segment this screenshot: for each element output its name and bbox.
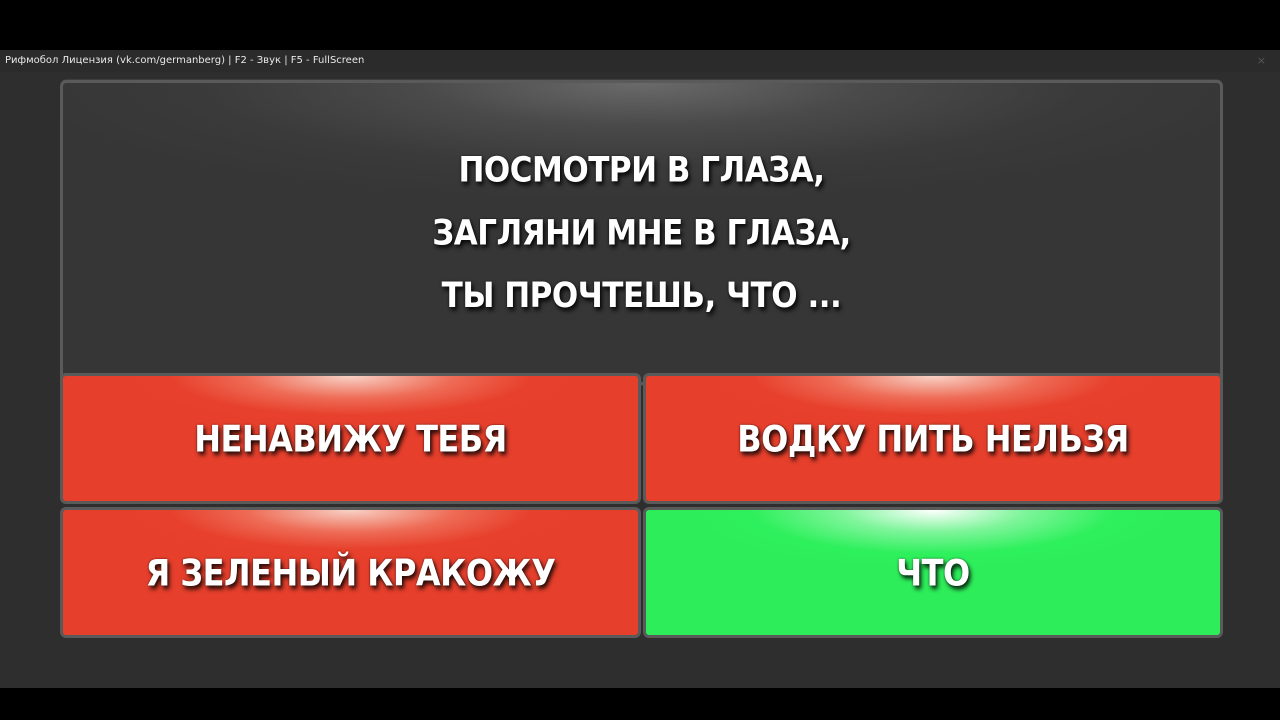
question-panel: ПОСМОТРИ В ГЛАЗА, ЗАГЛЯНИ МНЕ В ГЛАЗА, Т… [60,79,1223,386]
answer-label: НЕНАВИЖУ ТЕБЯ [194,416,507,461]
answer-label: ЧТО [896,550,970,595]
question-line: ПОСМОТРИ В ГЛАЗА, [458,149,825,190]
answer-button-4-correct[interactable]: ЧТО [643,507,1223,638]
window-title: Рифмобол Лицензия (vk.com/germanberg) | … [5,55,365,66]
question-line: ЗАГЛЯНИ МНЕ В ГЛАЗА, [432,212,851,253]
answer-button-1[interactable]: НЕНАВИЖУ ТЕБЯ [60,373,641,504]
answer-label: Я ЗЕЛЕНЫЙ КРАКОЖУ [145,550,556,595]
answer-button-2[interactable]: ВОДКУ ПИТЬ НЕЛЬЗЯ [643,373,1223,504]
letterbox-frame: Рифмобол Лицензия (vk.com/germanberg) | … [0,0,1280,720]
answer-button-3[interactable]: Я ЗЕЛЕНЫЙ КРАКОЖУ [60,507,641,638]
question-line: ТЫ ПРОЧТЕШЬ, ЧТО ... [441,275,842,316]
game-window: Рифмобол Лицензия (vk.com/germanberg) | … [0,50,1280,688]
close-icon[interactable]: × [1257,50,1266,72]
question-text: ПОСМОТРИ В ГЛАЗА, ЗАГЛЯНИ МНЕ В ГЛАЗА, Т… [432,138,851,326]
title-bar: Рифмобол Лицензия (vk.com/germanberg) | … [0,50,1280,72]
answer-label: ВОДКУ ПИТЬ НЕЛЬЗЯ [737,416,1129,461]
